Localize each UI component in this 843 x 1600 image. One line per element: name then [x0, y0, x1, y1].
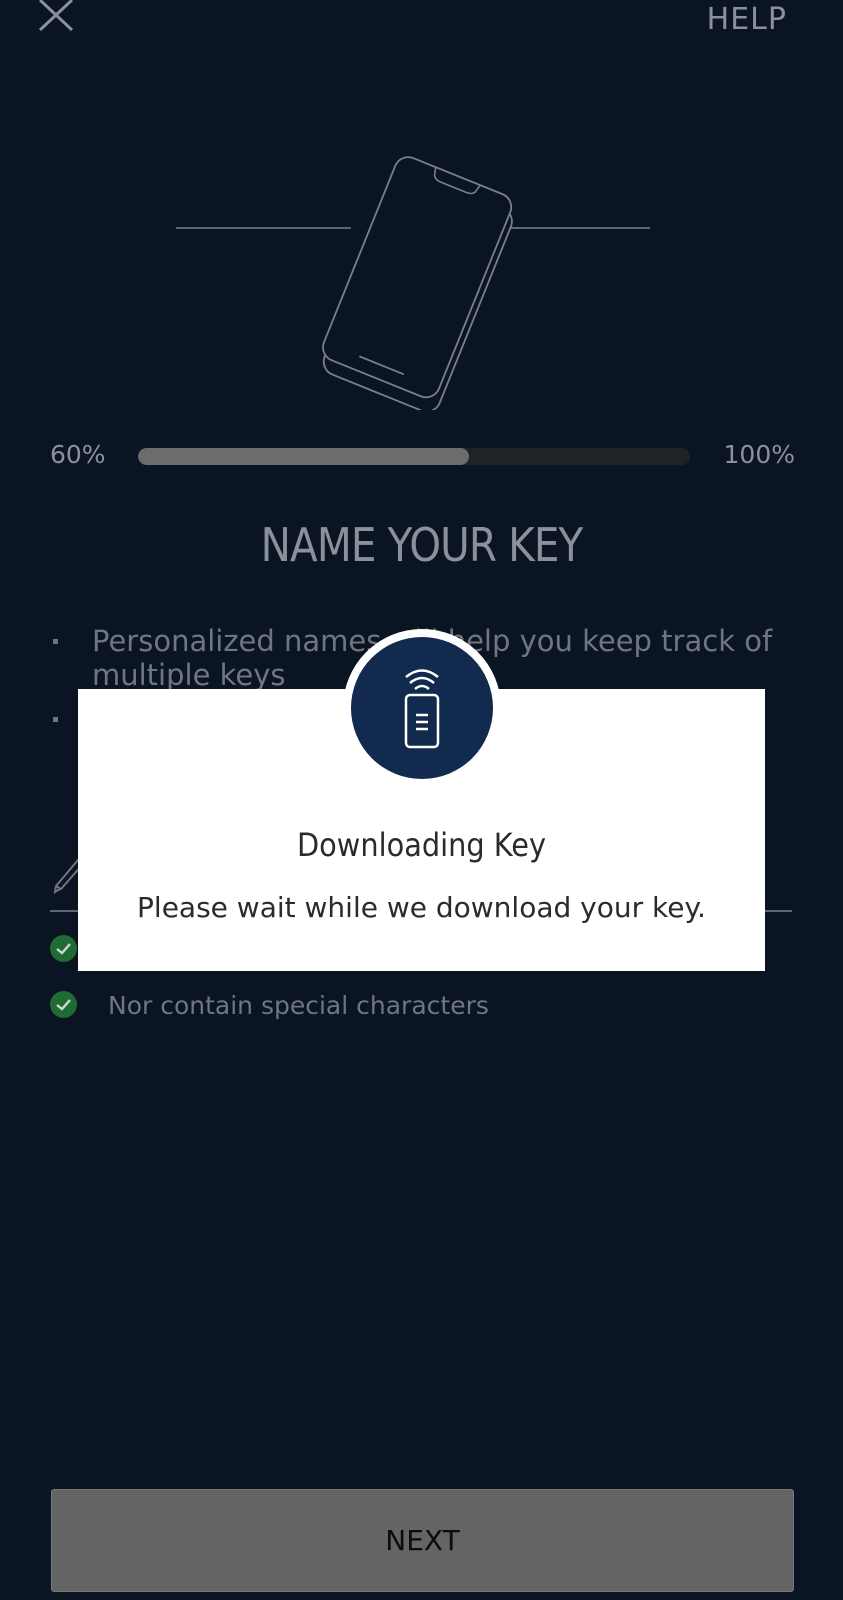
progress-end-label: 100%	[723, 440, 795, 469]
rule-text: Nor contain special characters	[108, 991, 489, 1020]
bullet-icon	[53, 717, 58, 722]
dialog-icon-circle	[351, 637, 493, 779]
check-icon	[50, 935, 77, 962]
page-title: NAME YOUR KEY	[260, 518, 584, 572]
progress-bar	[138, 448, 690, 465]
name-key-screen: HELP 60% 100% NAME YOUR KEY Personalized…	[0, 0, 843, 1600]
help-link[interactable]: HELP	[707, 2, 787, 37]
phone-tap-illustration	[176, 156, 650, 410]
progress-indicator: 60% 100%	[50, 440, 795, 476]
phone-key-download-icon	[404, 669, 440, 749]
dialog-message: Please wait while we download your key.	[137, 891, 706, 924]
close-button[interactable]	[36, 0, 76, 34]
close-icon	[38, 0, 74, 32]
check-icon	[50, 991, 77, 1018]
progress-bar-fill	[138, 448, 470, 465]
bullet-icon	[53, 639, 58, 644]
dialog-title: Downloading Key	[296, 826, 547, 864]
rule-item: Nor contain special characters	[50, 988, 810, 1044]
progress-start-label: 60%	[50, 440, 106, 469]
next-button[interactable]: NEXT	[51, 1489, 794, 1592]
